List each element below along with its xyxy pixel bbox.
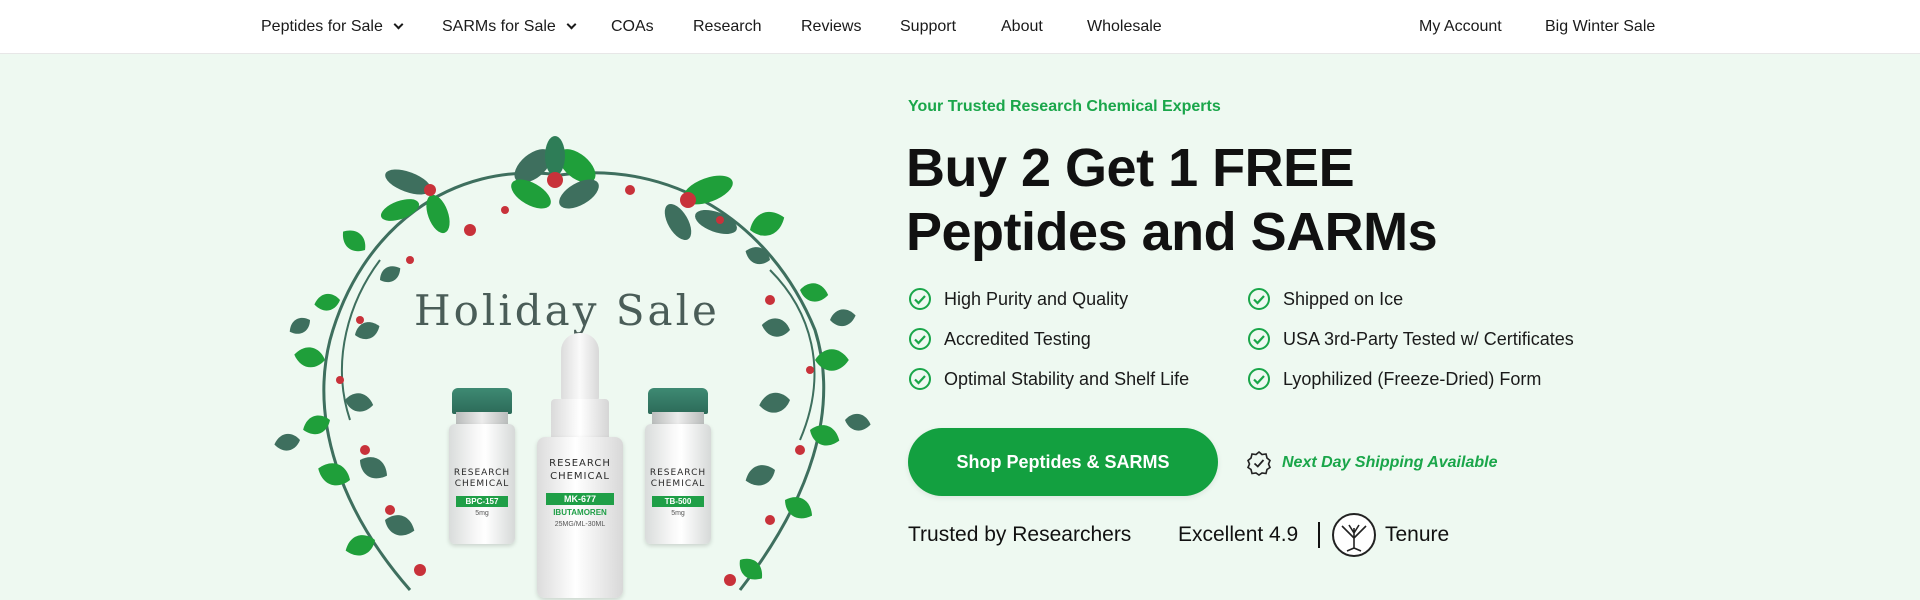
feature-item: Shipped on Ice — [1247, 287, 1403, 311]
vial-brand: RESEARCH CHEMICAL — [649, 468, 707, 489]
chevron-down-icon — [393, 19, 404, 30]
feature-item: Accredited Testing — [908, 327, 1091, 351]
vial-product-label: TB-500 — [651, 496, 705, 507]
check-circle-icon — [909, 288, 931, 310]
vial-dose: 5mg — [671, 510, 685, 517]
vial-product-label: MK-677 — [545, 493, 615, 505]
feature-item: Lyophilized (Freeze-Dried) Form — [1247, 367, 1541, 391]
hero-headline: Buy 2 Get 1 FREE Peptides and SARMs — [906, 136, 1438, 264]
nav-wholesale[interactable]: Wholesale — [1087, 0, 1162, 54]
vial-body: RESEARCH CHEMICAL TB-500 5mg — [645, 424, 711, 544]
nav-big-winter-sale[interactable]: Big Winter Sale — [1545, 0, 1655, 54]
rating-label: Excellent 4.9 — [1178, 523, 1299, 546]
hero-eyebrow: Your Trusted Research Chemical Experts — [908, 98, 1221, 115]
nav-about[interactable]: About — [1001, 0, 1043, 54]
rating-divider — [1318, 522, 1320, 548]
vial-brand: RESEARCH CHEMICAL — [549, 458, 611, 482]
holiday-sale-title: Holiday Sale — [414, 286, 720, 335]
dropper-bottle-mk-677: RESEARCH CHEMICAL MK-677 IBUTAMOREN 25MG… — [537, 333, 623, 598]
vial-dose: 5mg — [475, 510, 489, 517]
chevron-down-icon — [566, 19, 577, 30]
feature-label: USA 3rd-Party Tested w/ Certificates — [1283, 328, 1574, 349]
feature-item: High Purity and Quality — [908, 287, 1128, 311]
nav-research[interactable]: Research — [693, 0, 761, 54]
nav-reviews[interactable]: Reviews — [801, 0, 861, 54]
feature-label: Lyophilized (Freeze-Dried) Form — [1283, 368, 1542, 389]
shop-peptides-sarms-button[interactable]: Shop Peptides & SARMS — [908, 428, 1218, 496]
tenure-logo-icon[interactable] — [1331, 512, 1377, 558]
check-circle-icon — [909, 368, 931, 390]
check-circle-icon — [1248, 368, 1270, 390]
nav-label: SARMs for Sale — [442, 18, 556, 35]
nav-label: Peptides for Sale — [261, 18, 383, 35]
verified-badge-icon — [1247, 450, 1271, 476]
nav-sarms-for-sale[interactable]: SARMs for Sale — [442, 0, 577, 54]
next-day-shipping-note: Next Day Shipping Available — [1246, 450, 1497, 476]
feature-label: Accredited Testing — [944, 328, 1091, 349]
nav-coas[interactable]: COAs — [611, 0, 654, 54]
dropper-body: RESEARCH CHEMICAL MK-677 IBUTAMOREN 25MG… — [537, 437, 623, 598]
dropper-collar — [551, 399, 609, 441]
headline-line-2: Peptides and SARMs — [906, 202, 1438, 262]
feature-item: USA 3rd-Party Tested w/ Certificates — [1247, 327, 1574, 351]
shipping-label: Next Day Shipping Available — [1282, 454, 1498, 471]
vial-cap — [452, 388, 512, 414]
nav-peptides-for-sale[interactable]: Peptides for Sale — [261, 0, 404, 54]
feature-label: Optimal Stability and Shelf Life — [944, 368, 1190, 389]
vial-subname: IBUTAMOREN — [553, 508, 607, 517]
feature-label: Shipped on Ice — [1283, 288, 1404, 309]
check-circle-icon — [909, 328, 931, 350]
vial-cap — [648, 388, 708, 414]
vial-brand: RESEARCH CHEMICAL — [453, 468, 511, 489]
trusted-by-researchers: Trusted by Researchers — [908, 523, 1132, 546]
nav-support[interactable]: Support — [900, 0, 956, 54]
vial-dose: 25MG/ML-30ML — [554, 521, 606, 528]
check-circle-icon — [1248, 288, 1270, 310]
top-navigation: Peptides for Sale SARMs for Sale COAs Re… — [0, 0, 1920, 54]
review-brand-tenure[interactable]: Tenure — [1385, 523, 1449, 547]
feature-label: High Purity and Quality — [944, 288, 1129, 309]
vial-body: RESEARCH CHEMICAL BPC-157 5mg — [449, 424, 515, 544]
check-circle-icon — [1248, 328, 1270, 350]
vial-product-label: BPC-157 — [455, 496, 509, 507]
headline-line-1: Buy 2 Get 1 FREE — [906, 138, 1355, 198]
feature-item: Optimal Stability and Shelf Life — [908, 367, 1189, 391]
nav-my-account[interactable]: My Account — [1419, 0, 1502, 54]
dropper-bulb — [561, 333, 599, 403]
